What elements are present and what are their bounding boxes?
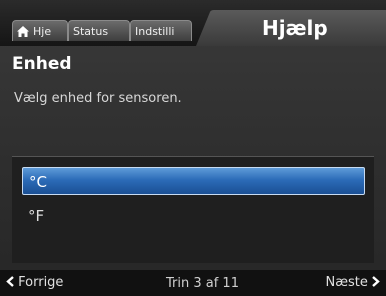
tab-status[interactable]: Status — [68, 20, 130, 41]
previous-label: Forrige — [18, 275, 64, 290]
option-fahrenheit[interactable]: °F — [22, 202, 365, 230]
tab-status-label: Status — [73, 25, 109, 38]
tab-home-label: Hje — [33, 25, 52, 38]
option-celsius[interactable]: °C — [22, 167, 365, 195]
tab-home[interactable]: Hje — [12, 20, 68, 41]
section-description: Vælg enhed for sensoren. — [14, 91, 182, 106]
top-bar: Hje Status Indstilli Hjælp — [0, 0, 386, 46]
chevron-left-icon — [6, 276, 14, 291]
screen: Hje Status Indstilli Hjælp Enhed Vælg en… — [0, 0, 386, 296]
step-indicator: Trin 3 af 11 — [166, 276, 239, 291]
chevron-right-icon — [372, 276, 380, 291]
tab-settings[interactable]: Indstilli — [130, 20, 192, 41]
page-title: Hjælp — [262, 16, 328, 40]
tab-settings-label: Indstilli — [135, 25, 175, 38]
bottom-bar: Forrige Trin 3 af 11 Næste — [0, 270, 386, 296]
section-heading: Enhed — [12, 54, 72, 74]
next-label: Næste — [325, 275, 368, 290]
home-icon — [17, 23, 29, 41]
next-button[interactable]: Næste — [326, 275, 381, 291]
previous-button[interactable]: Forrige — [6, 275, 63, 291]
unit-list: °C °F — [12, 156, 374, 263]
